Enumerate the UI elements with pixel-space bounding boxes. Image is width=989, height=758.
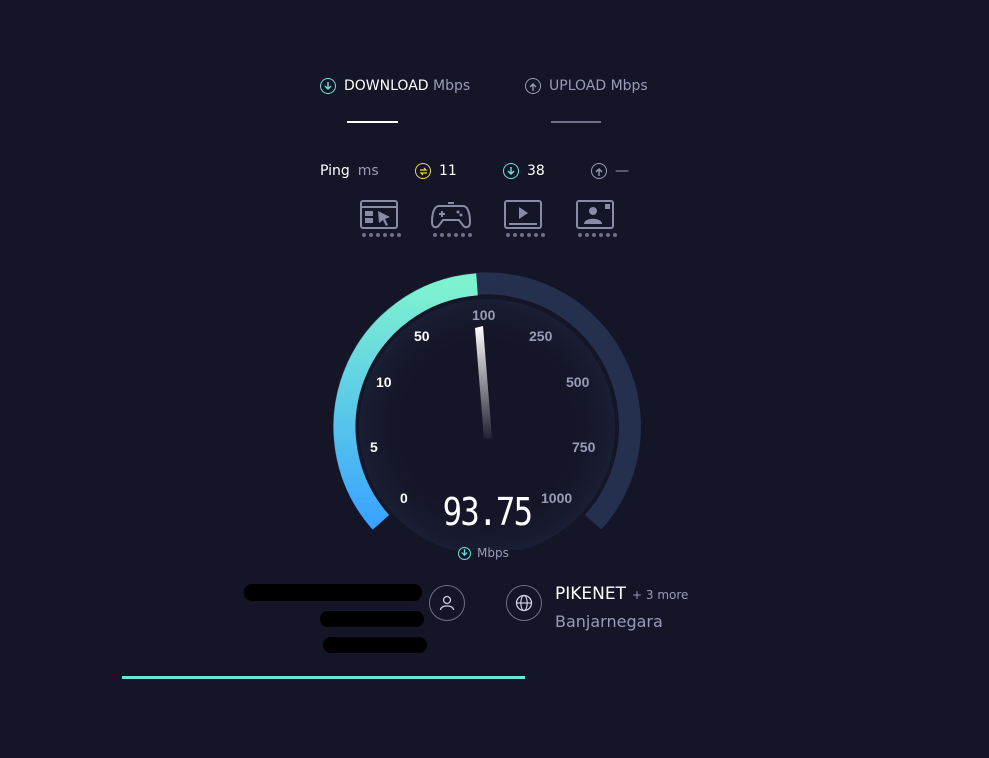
- tab-download[interactable]: DOWNLOAD Mbps: [320, 78, 470, 94]
- ping-upload: —: [591, 163, 629, 179]
- video-streaming-icon: [504, 200, 542, 229]
- redacted-client-ip: [320, 611, 424, 627]
- tick-label: 50: [414, 328, 430, 344]
- activity-video-call[interactable]: [576, 200, 617, 240]
- tab-upload-label: UPLOAD: [549, 78, 607, 94]
- user-icon: [439, 595, 455, 611]
- tick-label: 250: [529, 328, 553, 344]
- globe-icon: [515, 594, 533, 612]
- tick-label: 100: [472, 307, 496, 323]
- speed-unit-group: Mbps: [458, 546, 509, 560]
- redacted-client-name: [244, 584, 422, 601]
- ping-label: Ping: [320, 163, 350, 179]
- tab-upload-unit: Mbps: [610, 78, 648, 94]
- ping-unit: ms: [357, 163, 379, 179]
- speed-value: 93.75: [442, 490, 533, 534]
- web-browsing-icon: [360, 200, 398, 229]
- activity-web-browsing[interactable]: [360, 200, 401, 240]
- ping-download: 38: [503, 163, 545, 179]
- tick-label: 0: [400, 490, 408, 506]
- activity-gaming[interactable]: [430, 200, 472, 240]
- ping-idle-value: 11: [439, 163, 457, 179]
- isp-name-group: PIKENET + 3 more: [555, 584, 688, 604]
- download-arrow-icon: [320, 78, 336, 94]
- upload-arrow-icon: [525, 78, 541, 94]
- gaming-icon: [430, 202, 472, 229]
- test-progress-fill: [122, 676, 525, 679]
- isp-name: PIKENET: [555, 584, 626, 604]
- ping-label-group: Ping ms: [320, 163, 379, 179]
- speed-unit: Mbps: [477, 546, 509, 560]
- tick-label: 5: [370, 439, 378, 455]
- ping-download-icon: [503, 163, 519, 179]
- tick-label: 10: [376, 374, 392, 390]
- isp-more-link[interactable]: + 3 more: [632, 588, 688, 602]
- server-globe-button[interactable]: [506, 585, 542, 621]
- redacted-client-location: [323, 637, 427, 653]
- ping-download-value: 38: [527, 163, 545, 179]
- ping-idle-icon: [415, 163, 431, 179]
- isp-location[interactable]: Banjarnegara: [555, 612, 663, 631]
- tab-upload-underline: [551, 121, 601, 123]
- tab-upload[interactable]: UPLOAD Mbps: [525, 78, 648, 94]
- client-user-button[interactable]: [429, 585, 465, 621]
- tick-label: 500: [566, 374, 590, 390]
- tick-label: 750: [572, 439, 596, 455]
- tab-download-underline: [347, 121, 398, 123]
- download-arrow-icon: [458, 546, 471, 560]
- ping-upload-value: —: [615, 163, 629, 179]
- tab-download-label: DOWNLOAD: [344, 78, 429, 94]
- test-progress-bar: [122, 676, 882, 680]
- ping-idle: 11: [415, 163, 457, 179]
- activity-video-streaming[interactable]: [504, 200, 545, 240]
- tick-label: 1000: [541, 490, 572, 506]
- ping-upload-icon: [591, 163, 607, 179]
- video-call-icon: [576, 200, 614, 229]
- tab-download-unit: Mbps: [433, 78, 471, 94]
